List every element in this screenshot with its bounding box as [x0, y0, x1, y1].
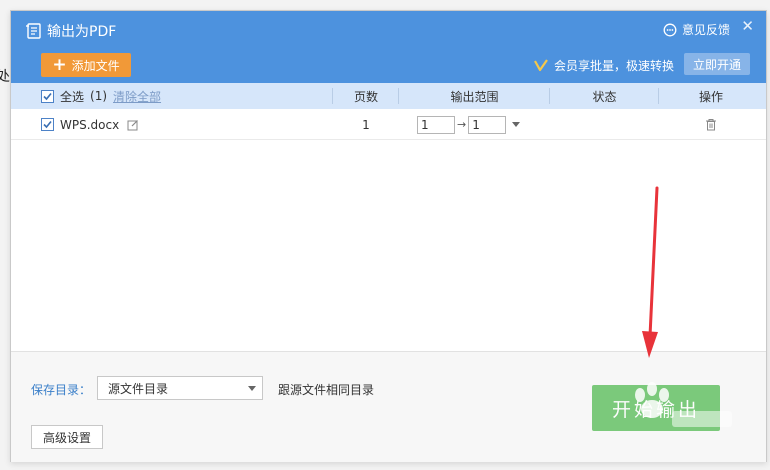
vip-v-icon [534, 59, 548, 72]
background-edge-text: 处 [0, 69, 10, 85]
dialog-header: 输出为PDF 意见反馈 ✕ + 添加文件 会员享批量，极速转换 立即开通 [11, 11, 766, 83]
chevron-down-icon[interactable] [512, 122, 521, 127]
clear-all-link[interactable]: 清除全部 [113, 88, 161, 105]
trash-icon[interactable] [705, 118, 717, 131]
same-dir-text: 跟源文件相同目录 [278, 383, 375, 397]
chat-bubble-icon [663, 23, 677, 36]
red-annotation-arrow-icon [642, 186, 659, 358]
status-column-header: 状态 [550, 83, 659, 109]
start-export-button[interactable]: 开始输出 [592, 385, 720, 431]
dialog-title: 输出为PDF [25, 21, 116, 41]
close-icon[interactable]: ✕ [741, 17, 754, 35]
row-checkbox[interactable] [41, 118, 54, 131]
edit-icon[interactable] [127, 119, 139, 131]
save-dir-select[interactable]: 源文件目录 [97, 376, 263, 400]
save-dir-label: 保存目录： [31, 383, 92, 397]
save-dir-value: 源文件目录 [108, 381, 169, 396]
status-cell [550, 110, 659, 139]
vip-promo: 会员享批量，极速转换 [534, 57, 674, 74]
open-vip-button[interactable]: 立即开通 [684, 53, 750, 75]
checkmark-icon [43, 120, 52, 129]
select-all-checkbox[interactable] [41, 89, 54, 103]
pages-cell: 1 [362, 117, 370, 132]
advanced-settings-button[interactable]: 高级设置 [31, 425, 103, 449]
add-file-button[interactable]: + 添加文件 [41, 53, 131, 77]
feedback-link[interactable]: 意见反馈 [663, 21, 730, 38]
add-file-label: 添加文件 [71, 58, 120, 73]
actions-cell [659, 110, 763, 139]
actions-column-header: 操作 [698, 89, 723, 104]
selected-count: (1) [90, 89, 108, 103]
vip-text: 会员享批量，极速转换 [553, 59, 674, 73]
plus-icon: + [52, 54, 67, 75]
file-name: WPS.docx [60, 117, 120, 132]
dialog-footer: 保存目录： 源文件目录 跟源文件相同目录 高级设置 开始输出 [11, 351, 766, 462]
chevron-down-icon [248, 386, 256, 391]
file-table-header: 全选 (1) 清除全部 页数 输出范围 状态 操作 [11, 83, 766, 109]
checkmark-icon [43, 92, 52, 100]
range-column-header: 输出范围 [399, 83, 550, 109]
range-from-input[interactable]: 1 [417, 115, 455, 134]
file-cell: WPS.docx [11, 110, 333, 139]
select-all-column: 全选 (1) 清除全部 [11, 83, 333, 109]
table-row: WPS.docx 1 1 → 1 [11, 110, 766, 140]
dialog-title-text: 输出为PDF [47, 24, 117, 40]
feedback-label: 意见反馈 [681, 23, 730, 37]
pdf-doc-icon [26, 23, 41, 39]
arrow-right-icon: → [457, 118, 467, 131]
range-to-input[interactable]: 1 [468, 115, 507, 134]
select-all-label: 全选 [60, 89, 85, 104]
range-cell: 1 → 1 [399, 110, 550, 139]
pages-column-header: 页数 [333, 83, 399, 109]
